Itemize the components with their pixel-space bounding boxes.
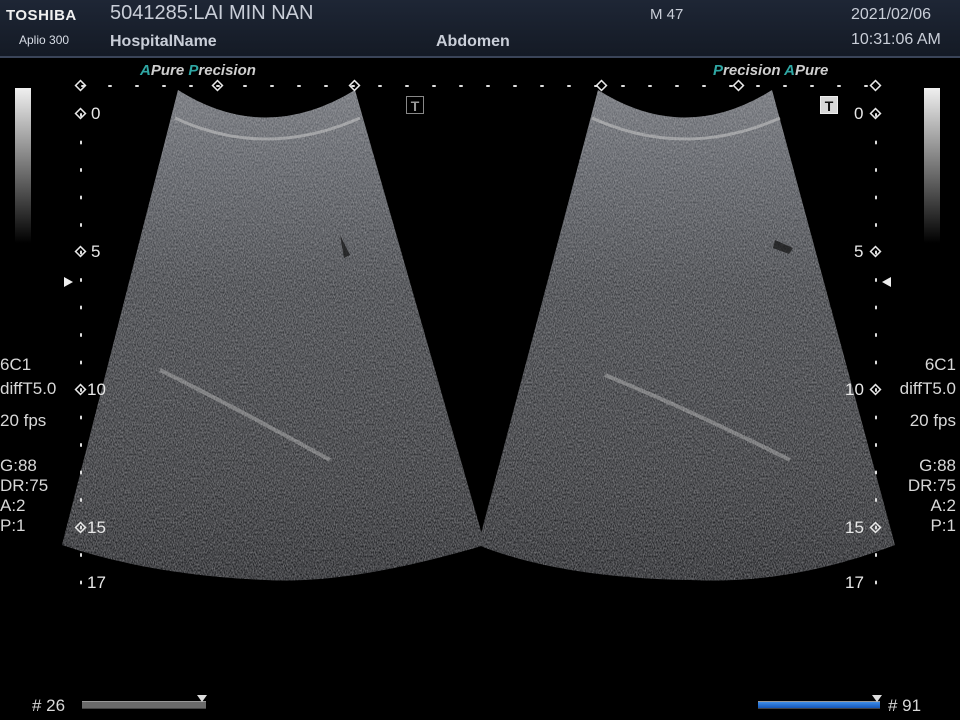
left-depth-label-0: 0	[91, 104, 101, 123]
top-scan-markers	[74, 79, 882, 92]
left-dynamic-range: DR:75	[0, 476, 49, 495]
left-frame-number: # 26	[32, 696, 66, 715]
right-cine-marker-icon[interactable]	[872, 695, 882, 702]
right-ultrasound-sector	[478, 90, 895, 581]
right-depth-label-15: 15	[845, 518, 864, 537]
right-a-value: A:2	[930, 496, 956, 515]
right-probe: 6C1	[924, 355, 956, 374]
left-cine-track[interactable]	[82, 701, 206, 709]
left-grayscale-bar	[15, 88, 31, 243]
right-tech-label: Precision APure	[713, 62, 829, 79]
left-cine-progress[interactable]	[82, 701, 206, 709]
right-depth-label-0: 0	[854, 104, 864, 123]
left-cine-marker-icon[interactable]	[197, 695, 207, 702]
right-gain: G:88	[919, 456, 956, 475]
right-params-block-2: G:88 DR:75 A:2 P:1	[908, 456, 956, 536]
right-cine-track[interactable]	[758, 701, 880, 709]
left-depth-label-15: 15	[87, 518, 106, 537]
left-params-block-2: G:88 DR:75 A:2 P:1	[0, 456, 48, 536]
right-dynamic-range: DR:75	[907, 476, 956, 495]
right-depth-label-17: 17	[845, 573, 864, 592]
left-focus-marker-icon[interactable]	[64, 277, 73, 287]
right-preset: diffT5.0	[899, 379, 956, 398]
left-trackball-badge[interactable]: T	[406, 96, 424, 114]
left-preset: diffT5.0	[0, 379, 57, 398]
right-p-value: P:1	[930, 516, 956, 535]
right-frame-rate: 20 fps	[909, 411, 956, 430]
left-depth-label-10: 10	[87, 380, 106, 399]
left-depth-label-17: 17	[87, 573, 106, 592]
left-depth-label-5: 5	[91, 242, 101, 261]
left-gain: G:88	[0, 456, 37, 475]
left-params-block-1: 6C1 diffT5.0 20 fps	[0, 353, 56, 433]
right-grayscale-bar	[924, 88, 940, 243]
left-probe: 6C1	[0, 355, 32, 374]
left-p-value: P:1	[0, 516, 26, 535]
left-a-value: A:2	[0, 496, 26, 515]
right-focus-marker-icon[interactable]	[882, 277, 891, 287]
left-tech-label: APure Precision	[140, 62, 256, 79]
ultrasound-image-area[interactable]	[0, 0, 960, 720]
left-frame-rate: 20 fps	[0, 411, 47, 430]
left-ultrasound-sector	[62, 90, 485, 581]
right-frame-number: # 91	[888, 696, 922, 715]
right-depth-label-10: 10	[845, 380, 864, 399]
right-cine-progress[interactable]	[758, 701, 880, 709]
right-depth-label-5: 5	[854, 242, 864, 261]
right-params-block-1: 6C1 diffT5.0 20 fps	[900, 353, 956, 433]
right-trackball-badge[interactable]: T	[820, 96, 838, 114]
